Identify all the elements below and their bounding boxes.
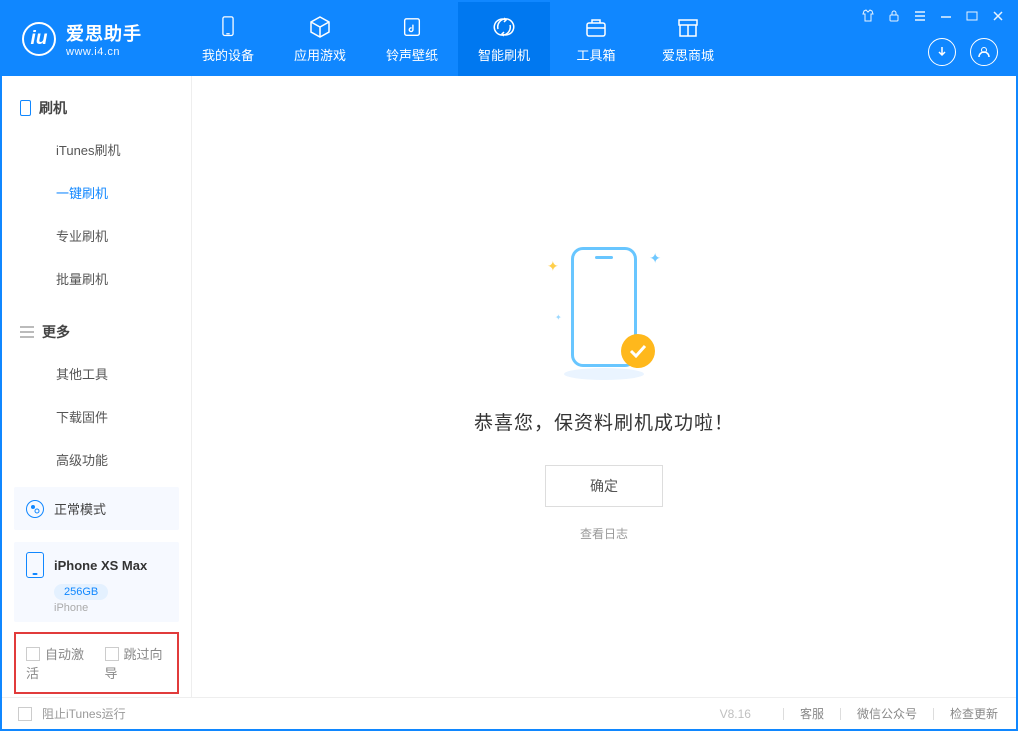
close-icon[interactable] xyxy=(990,8,1006,24)
tab-smart-flash[interactable]: 智能刷机 xyxy=(458,2,550,76)
mode-card[interactable]: 正常模式 xyxy=(14,487,179,530)
divider xyxy=(783,708,784,720)
sidebar-item-oneclick-flash[interactable]: 一键刷机 xyxy=(2,171,191,214)
sidebar-item-other-tools[interactable]: 其他工具 xyxy=(2,352,191,395)
checkbox-icon xyxy=(18,707,32,721)
divider xyxy=(840,708,841,720)
shadow xyxy=(564,368,644,380)
checkbox-block-itunes[interactable]: 阻止iTunes运行 xyxy=(18,705,126,722)
content-area: ✦ ✦ ✦ 恭喜您，保资料刷机成功啦！ 确定 查看日志 xyxy=(192,76,1016,697)
success-message: 恭喜您，保资料刷机成功啦！ xyxy=(474,408,734,435)
device-capacity: 256GB xyxy=(54,584,108,600)
tab-label: 我的设备 xyxy=(202,45,254,64)
mode-label: 正常模式 xyxy=(54,499,106,518)
sidebar-item-download-firmware[interactable]: 下载固件 xyxy=(2,395,191,438)
success-illustration: ✦ ✦ ✦ xyxy=(549,232,659,382)
section-title-text: 刷机 xyxy=(39,98,67,118)
sidebar: 刷机 iTunes刷机 一键刷机 专业刷机 批量刷机 更多 其他工具 下载固件 … xyxy=(2,76,192,697)
tab-label: 应用游戏 xyxy=(294,45,346,64)
device-row: iPhone XS Max xyxy=(26,552,167,578)
sparkle-icon: ✦ xyxy=(555,313,562,322)
toolbox-icon xyxy=(584,15,608,39)
view-log-link[interactable]: 查看日志 xyxy=(580,525,628,542)
device-icon xyxy=(26,552,44,578)
tab-toolbox[interactable]: 工具箱 xyxy=(550,2,642,76)
checkbox-icon xyxy=(26,647,40,661)
cube-icon xyxy=(308,15,332,39)
status-link-wechat[interactable]: 微信公众号 xyxy=(855,705,919,722)
window-controls xyxy=(860,8,1006,24)
lock-icon[interactable] xyxy=(886,8,902,24)
checkbox-label: 阻止iTunes运行 xyxy=(42,705,126,722)
tab-store[interactable]: 爱思商城 xyxy=(642,2,734,76)
user-icon[interactable] xyxy=(970,38,998,66)
app-window: iu 爱思助手 www.i4.cn 我的设备 应用游戏 铃声壁纸 智能刷机 xyxy=(0,0,1018,731)
minimize-icon[interactable] xyxy=(938,8,954,24)
sparkle-icon: ✦ xyxy=(547,258,559,275)
refresh-icon xyxy=(492,15,516,39)
device-icon xyxy=(216,15,240,39)
tab-my-device[interactable]: 我的设备 xyxy=(182,2,274,76)
brand-url: www.i4.cn xyxy=(66,46,142,58)
tab-label: 工具箱 xyxy=(576,45,615,64)
bottom-options: 自动激活 跳过向导 xyxy=(14,632,179,694)
tab-label: 智能刷机 xyxy=(478,45,530,64)
sparkle-icon: ✦ xyxy=(649,250,661,267)
checkbox-auto-activate[interactable]: 自动激活 xyxy=(26,644,89,682)
sidebar-item-advanced[interactable]: 高级功能 xyxy=(2,438,191,481)
mode-icon xyxy=(26,500,44,518)
divider xyxy=(933,708,934,720)
device-card[interactable]: iPhone XS Max 256GB iPhone xyxy=(14,542,179,622)
status-bar: 阻止iTunes运行 V8.16 客服 微信公众号 检查更新 xyxy=(2,697,1016,729)
phone-icon xyxy=(20,100,31,116)
shirt-icon[interactable] xyxy=(860,8,876,24)
tab-apps-games[interactable]: 应用游戏 xyxy=(274,2,366,76)
section-title: 刷机 xyxy=(2,92,191,128)
maximize-icon[interactable] xyxy=(964,8,980,24)
tab-label: 爱思商城 xyxy=(662,45,714,64)
brand-name: 爱思助手 xyxy=(66,20,142,46)
store-icon xyxy=(676,15,700,39)
device-sub: iPhone xyxy=(54,602,167,614)
check-badge-icon xyxy=(621,334,655,368)
section-title: 更多 xyxy=(2,316,191,352)
tab-ringtones-wallpapers[interactable]: 铃声壁纸 xyxy=(366,2,458,76)
section-title-text: 更多 xyxy=(42,322,70,342)
menu-icon[interactable] xyxy=(912,8,928,24)
checkbox-skip-wizard[interactable]: 跳过向导 xyxy=(105,644,168,682)
status-link-update[interactable]: 检查更新 xyxy=(948,705,1000,722)
sidebar-section-more: 更多 其他工具 下载固件 高级功能 xyxy=(2,300,191,481)
sidebar-item-pro-flash[interactable]: 专业刷机 xyxy=(2,214,191,257)
list-icon xyxy=(20,326,34,338)
logo-area: iu 爱思助手 www.i4.cn xyxy=(2,2,182,76)
header: iu 爱思助手 www.i4.cn 我的设备 应用游戏 铃声壁纸 智能刷机 xyxy=(2,2,1016,76)
body: 刷机 iTunes刷机 一键刷机 专业刷机 批量刷机 更多 其他工具 下载固件 … xyxy=(2,76,1016,697)
top-tabs: 我的设备 应用游戏 铃声壁纸 智能刷机 工具箱 爱思商城 xyxy=(182,2,734,76)
sidebar-item-itunes-flash[interactable]: iTunes刷机 xyxy=(2,128,191,171)
logo-icon: iu xyxy=(22,22,56,56)
version-label: V8.16 xyxy=(720,707,751,721)
checkbox-icon xyxy=(105,647,119,661)
music-icon xyxy=(400,15,424,39)
tab-label: 铃声壁纸 xyxy=(386,45,438,64)
status-link-support[interactable]: 客服 xyxy=(798,705,826,722)
device-name: iPhone XS Max xyxy=(54,558,147,573)
sidebar-section-flash: 刷机 iTunes刷机 一键刷机 专业刷机 批量刷机 xyxy=(2,76,191,300)
logo-text: 爱思助手 www.i4.cn xyxy=(66,20,142,58)
download-icon[interactable] xyxy=(928,38,956,66)
sidebar-item-batch-flash[interactable]: 批量刷机 xyxy=(2,257,191,300)
header-actions xyxy=(928,38,998,66)
ok-button[interactable]: 确定 xyxy=(545,465,663,507)
